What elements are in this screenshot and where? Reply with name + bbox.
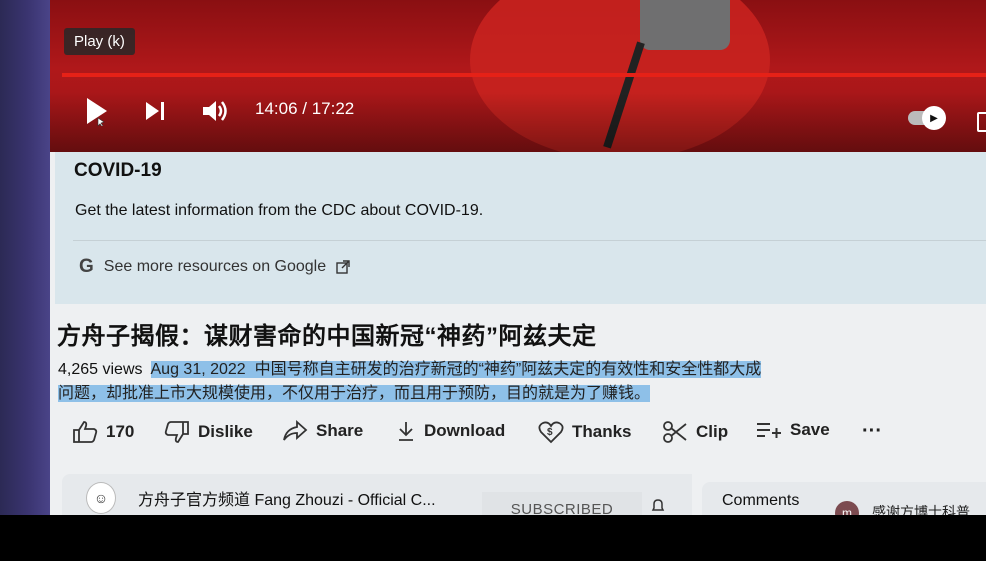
video-title: 方舟子揭假：谋财害命的中国新冠“神药”阿兹夫定 (57, 323, 597, 350)
comments-label: Comments (722, 492, 800, 509)
miniplayer-icon[interactable] (977, 112, 986, 132)
view-count: 4,265 views (58, 361, 143, 378)
bell-icon[interactable] (650, 498, 666, 514)
autoplay-toggle[interactable]: ▶ (908, 106, 946, 130)
thumbs-up-icon (73, 421, 98, 443)
play-tooltip: Play (k) (64, 28, 135, 55)
next-icon (146, 102, 164, 120)
desktop-edge (0, 0, 50, 515)
clip-button[interactable]: Clip (662, 420, 728, 444)
video-description[interactable]: 4,265 views Aug 31, 2022 中国号称自主研发的治疗新冠的“神… (58, 358, 858, 406)
commenter-avatar: m (835, 501, 859, 515)
channel-row: ☺ 方舟子官方频道 Fang Zhouzi - Official C... SU… (62, 474, 692, 515)
video-actions-bar: 170 Dislike Share Download $ Thanks Clip… (68, 420, 968, 456)
description-line-2: 问题，却批准上市大规模使用，不仅用于治疗，而且用于预防，目的就是为了赚钱。 (58, 385, 651, 402)
video-frame-mic (640, 0, 730, 50)
google-g-icon: G (79, 256, 94, 277)
time-display: 14:06 / 17:22 (255, 99, 355, 118)
channel-avatar[interactable]: ☺ (86, 482, 116, 514)
volume-button[interactable] (200, 98, 230, 124)
more-actions-button[interactable]: ··· (862, 420, 882, 443)
info-panel-description: Get the latest information from the CDC … (75, 202, 484, 219)
progress-bar[interactable] (62, 73, 986, 77)
download-icon (399, 422, 413, 441)
video-player[interactable]: Play (k) 14:06 / 17:22 ▶ (50, 0, 986, 152)
info-panel-divider (73, 240, 986, 241)
external-link-icon (336, 260, 350, 274)
save-label: Save (790, 420, 830, 439)
play-icon (87, 98, 107, 126)
share-icon (283, 420, 308, 441)
clip-label: Clip (696, 422, 729, 441)
controls-gradient (50, 92, 986, 152)
download-label: Download (424, 421, 506, 440)
play-button[interactable] (82, 96, 112, 126)
share-button[interactable]: Share (282, 420, 363, 442)
bottom-black-bar (0, 515, 986, 561)
dislike-label: Dislike (198, 422, 253, 441)
comments-panel[interactable]: Comments m 感谢方博士科普 (702, 482, 986, 515)
scissors-icon (663, 421, 687, 443)
channel-name[interactable]: 方舟子官方频道 Fang Zhouzi - Official C... (138, 486, 436, 510)
autoplay-toggle-icon: ▶ (922, 106, 946, 130)
thumbs-down-icon (164, 421, 189, 443)
see-more-resources-link[interactable]: G See more resources on Google (79, 256, 350, 278)
save-button[interactable]: Save (756, 420, 830, 440)
download-button[interactable]: Download (396, 420, 505, 442)
screen: Play (k) 14:06 / 17:22 ▶ COVID-19 Get th… (0, 0, 986, 515)
svg-text:$: $ (547, 427, 553, 438)
next-button[interactable] (142, 98, 168, 124)
more-icon: ··· (862, 420, 882, 442)
dislike-button[interactable]: Dislike (164, 420, 253, 444)
covid-info-panel: COVID-19 Get the latest information from… (55, 152, 986, 304)
like-button[interactable]: 170 (72, 420, 134, 444)
description-line-1: 中国号称自主研发的治疗新冠的“神药”阿兹夫定的有效性和安全性都大成 (254, 361, 762, 378)
comment-preview: 感谢方博士科普 (872, 504, 970, 515)
thanks-label: Thanks (572, 422, 632, 441)
subscribe-button[interactable]: SUBSCRIBED (482, 492, 642, 515)
info-panel-title: COVID-19 (74, 160, 162, 181)
upload-date: Aug 31, 2022 (150, 361, 246, 378)
thanks-button[interactable]: $ Thanks (538, 420, 632, 444)
share-label: Share (316, 421, 364, 440)
add-to-playlist-icon (757, 423, 781, 438)
like-count: 170 (106, 422, 135, 441)
volume-icon (203, 101, 227, 121)
see-more-label: See more resources on Google (103, 258, 327, 275)
thanks-heart-icon: $ (538, 421, 564, 444)
